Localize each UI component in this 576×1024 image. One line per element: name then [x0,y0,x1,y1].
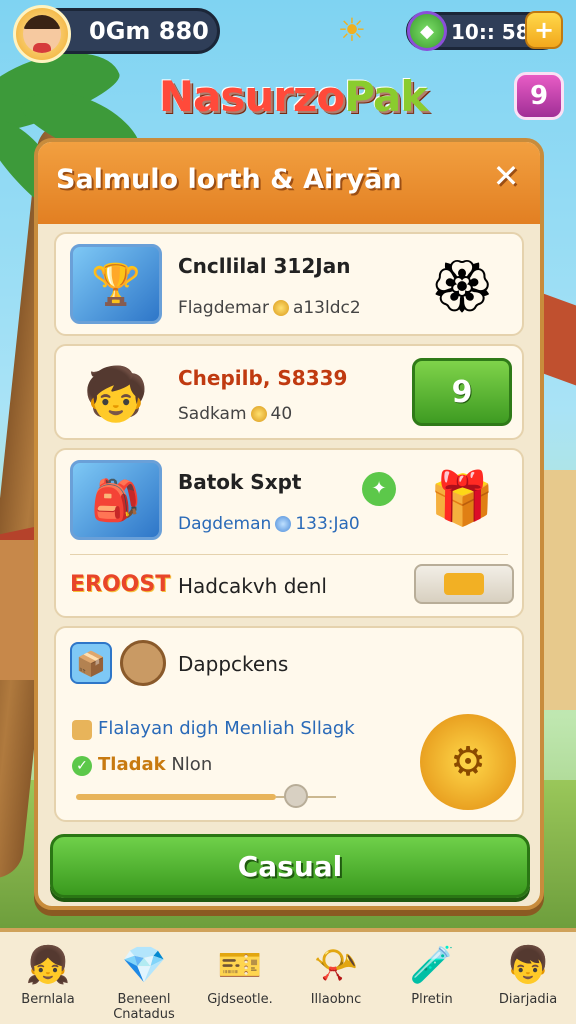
nav-label: Plretin [411,992,453,1007]
bottom-nav: 👧 Bernlala 💎 Beneenl Cnatadus 🎫 Gjdseotl… [0,928,576,1024]
panel-title: Salmulo lorth & Airyān [56,164,402,195]
row-line: Tladak Nlon [98,754,212,775]
avatar-face-icon [23,15,61,53]
potion-icon: 🧪 [409,945,455,986]
progress-knob[interactable] [284,784,308,808]
game-title: NasurzoPak [148,72,438,121]
row-line-label: Tladak [98,754,166,775]
clock-icon [275,516,292,532]
row-subtitle: Flagdemar a13ldc2 [178,298,361,318]
ticket-button[interactable] [414,564,514,604]
claim-button[interactable]: 9 [412,358,512,426]
game-title-part1: Nasurzo [158,72,345,121]
row-sub-value: 133:Ja0 [295,514,360,534]
nav-item-plretin[interactable]: 🧪 Plretin [384,932,480,1024]
nav-item-gjdseotle[interactable]: 🎫 Gjdseotle. [192,932,288,1024]
horn-icon: 📯 [313,945,359,986]
gold-medal-icon: ⚙ [420,714,516,810]
avatar[interactable] [13,5,71,63]
close-button[interactable]: ✕ [486,156,526,196]
gift-box-icon: 🎁 [429,468,495,529]
casual-button[interactable]: Casual [50,834,530,898]
check-icon: ✓ [72,756,92,776]
row-sub-value: a13ldc2 [292,298,361,318]
list-group: 🎒 Batok Sxpt Dagdeman 133:Ja0 ✦ 🎁 EROOST … [54,448,524,618]
sun-icon[interactable]: ☀ [332,10,372,50]
row-sub-label: Sadkam [178,404,247,424]
row-title: Dappckens [178,652,289,676]
items-thumbnail-icon[interactable]: 🎒 [70,460,162,540]
add-currency-button[interactable]: + [525,11,563,49]
row-sub-label: Flagdemar [178,298,269,318]
crystal-icon: 💎 [121,945,167,986]
claim-button-label: 9 [451,374,473,410]
nav-label: Bernlala [21,992,75,1007]
profile-pill[interactable]: 0Gm 880 [13,5,220,63]
diamond-icon: ✦ [362,472,396,506]
row-line: Flalayan digh Menliah Sllagk [98,718,355,739]
list-item[interactable]: 🧒 Chepilb, S8339 Sadkam 40 9 [54,344,524,440]
list-item[interactable]: 📦 Dappckens Flalayan digh Menliah Sllagk… [54,626,524,822]
nav-item-bernlala[interactable]: 👧 Bernlala [0,932,96,1024]
nav-label: Beneenl Cnatadus [113,992,175,1022]
list-item[interactable]: 🏆 Cncllilal 312Jan Flagdemar a13ldc2 🏵 [54,232,524,336]
game-title-part2: Pak [344,72,428,121]
box-small-icon [72,720,92,740]
character-avatar-icon: 🧒 [83,364,149,425]
panel-header: Salmulo lorth & Airyān ✕ [38,142,540,224]
nav-label: Gjdseotle. [207,992,273,1007]
row-title: Batok Sxpt [178,470,302,494]
box-icon: 📦 [70,642,112,684]
profile-text: 0Gm 880 [89,17,209,45]
nav-label: Illaobnc [310,992,362,1007]
row-divider [70,554,508,555]
ticket-icon [444,573,484,595]
chat-button[interactable]: 9 [514,72,564,120]
currency-pill: ◆ 10:: 580 + [406,11,563,51]
row-title: Chepilb, S8339 [178,366,348,390]
progress-track [76,794,276,800]
avatar-girl-icon: 👧 [25,945,71,986]
row-line-value: Nlon [171,754,213,775]
row-sub-label: Dagdeman [178,514,272,534]
row-sub-value: 40 [270,404,293,424]
coin-icon [250,406,267,422]
reward-thumbnail-icon: 🏆 [70,244,162,324]
nav-label: Diarjadia [498,992,558,1007]
coin-icon [272,300,289,316]
gem-icon: ◆ [407,11,447,51]
ticket-icon: 🎫 [217,945,263,986]
row-title: Hadcakvh denl [178,574,327,598]
bread-icon [120,640,166,686]
golden-bowl-icon: 🏵 [428,256,495,317]
row-subtitle: Sadkam 40 [178,404,292,424]
event-panel: Salmulo lorth & Airyān ✕ 🏆 Cncllilal 312… [34,138,544,910]
boost-badge: EROOST [70,572,171,597]
avatar-boy-icon: 👦 [505,945,551,986]
row-title: Cncllilal 312Jan [178,254,351,278]
top-bar: 0Gm 880 ☀ ◆ 10:: 580 + [0,0,576,66]
nav-item-beneenl[interactable]: 💎 Beneenl Cnatadus [96,932,192,1024]
nav-item-diarjadia[interactable]: 👦 Diarjadia [480,932,576,1024]
row-subtitle: Dagdeman 133:Ja0 [178,514,360,534]
nav-item-illaobnc[interactable]: 📯 Illaobnc [288,932,384,1024]
